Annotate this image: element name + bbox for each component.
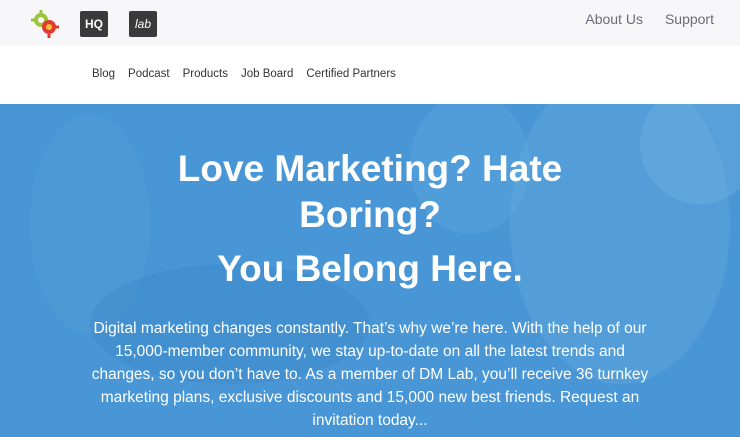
nav-item-certified-partners[interactable]: Certified Partners bbox=[306, 68, 395, 80]
nav-links: Blog Podcast Products Job Board Certifie… bbox=[92, 68, 396, 80]
lab-logo-text: lab bbox=[134, 17, 151, 31]
support-link[interactable]: Support bbox=[665, 11, 714, 27]
top-utility-bar: HQ lab About Us Support bbox=[0, 0, 740, 46]
hq-logo[interactable]: HQ bbox=[80, 11, 108, 37]
nav-item-podcast[interactable]: Podcast bbox=[128, 68, 170, 80]
about-us-link[interactable]: About Us bbox=[585, 11, 643, 27]
hero-content: Love Marketing? Hate Boring? You Belong … bbox=[0, 104, 740, 432]
hero-section: Love Marketing? Hate Boring? You Belong … bbox=[0, 104, 740, 437]
lab-logo[interactable]: lab bbox=[129, 11, 157, 37]
hq-logo-text: HQ bbox=[85, 17, 103, 31]
brand-gears-logo[interactable] bbox=[30, 9, 60, 39]
main-nav: Blog Podcast Products Job Board Certifie… bbox=[0, 46, 740, 104]
nav-item-blog[interactable]: Blog bbox=[92, 68, 115, 80]
hero-description: Digital marketing changes constantly. Th… bbox=[91, 320, 649, 429]
nav-item-job-board[interactable]: Job Board bbox=[241, 68, 293, 80]
hero-title: Love Marketing? Hate Boring? bbox=[177, 148, 563, 235]
utility-links: About Us Support bbox=[585, 11, 714, 27]
gears-icon bbox=[31, 10, 59, 38]
nav-item-products[interactable]: Products bbox=[183, 68, 228, 80]
hero-subtitle: You Belong Here. bbox=[217, 248, 523, 289]
